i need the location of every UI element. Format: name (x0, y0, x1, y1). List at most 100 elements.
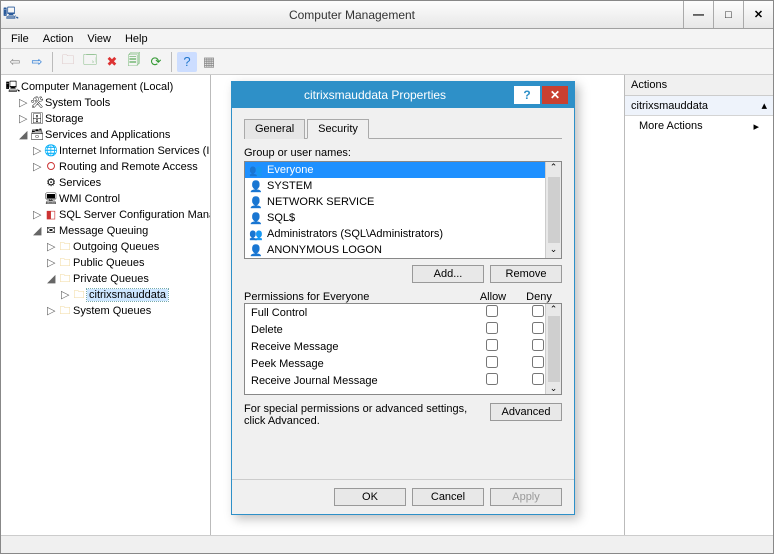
rras-icon: ⭘ (43, 159, 59, 175)
expand-icon[interactable]: ▷ (47, 255, 57, 271)
permission-row: Receive Journal Message (245, 372, 561, 389)
storage-icon: 🗄 (29, 111, 45, 127)
tree-system-queues[interactable]: System Queues (73, 305, 151, 317)
tree-services[interactable]: Services (59, 177, 101, 189)
computer-icon: 🖳 (5, 79, 21, 95)
allow-checkbox[interactable] (486, 322, 498, 334)
dialog-title: citrixsmauddata Properties (238, 88, 512, 102)
up-button[interactable]: 🗀 (58, 52, 78, 72)
allow-checkbox[interactable] (486, 356, 498, 368)
gear-icon: ⚙ (43, 175, 59, 191)
toolbar: ⇦ ⇨ 🗀 🗔 ✖ 🗐 ⟳ ? ▦ (1, 49, 773, 75)
delete-button[interactable]: ✖ (102, 52, 122, 72)
collapse-icon[interactable]: ◢ (33, 223, 43, 239)
expand-icon[interactable]: ▷ (47, 239, 57, 255)
expand-icon[interactable]: ▷ (33, 207, 43, 223)
tree-pane[interactable]: 🖳Computer Management (Local) ▷🛠System To… (1, 75, 211, 535)
tree-selected-queue[interactable]: citrixsmauddata (87, 289, 168, 301)
iis-icon: 🌐 (43, 143, 59, 159)
minimize-button[interactable]: — (683, 1, 713, 28)
chevron-right-icon: ▸ (753, 120, 759, 133)
list-item: 👤NETWORK SERVICE (245, 194, 561, 210)
actions-header: Actions (625, 75, 773, 96)
forward-button[interactable]: ⇨ (27, 52, 47, 72)
list-item: 👥Everyone (245, 162, 561, 178)
deny-checkbox[interactable] (532, 339, 544, 351)
tab-security[interactable]: Security (307, 119, 369, 139)
allow-checkbox[interactable] (486, 339, 498, 351)
tree-public[interactable]: Public Queues (73, 257, 145, 269)
collapse-icon[interactable]: ▴ (761, 99, 767, 112)
permissions-for-label: Permissions for Everyone (244, 291, 470, 303)
scroll-thumb[interactable] (548, 316, 560, 382)
tree-iis[interactable]: Internet Information Services (IIS) Mana… (59, 145, 211, 157)
close-window-button[interactable]: ✕ (743, 1, 773, 28)
tree-rras[interactable]: Routing and Remote Access (59, 161, 198, 173)
menu-view[interactable]: View (81, 31, 117, 47)
advanced-button[interactable]: Advanced (490, 403, 562, 421)
remove-button[interactable]: Remove (490, 265, 562, 283)
show-hide-button[interactable]: ▦ (199, 52, 219, 72)
tree-private[interactable]: Private Queues (73, 273, 149, 285)
tree-sql[interactable]: SQL Server Configuration Manager (59, 209, 211, 221)
permissions-list[interactable]: Full Control Delete Receive Message Peek… (244, 303, 562, 395)
dialog-titlebar[interactable]: citrixsmauddata Properties ? ✕ (232, 82, 574, 108)
actions-context[interactable]: citrixsmauddata ▴ (625, 96, 773, 116)
deny-checkbox[interactable] (532, 305, 544, 317)
deny-checkbox[interactable] (532, 322, 544, 334)
tree-outgoing[interactable]: Outgoing Queues (73, 241, 159, 253)
allow-checkbox[interactable] (486, 305, 498, 317)
add-button[interactable]: Add... (412, 265, 484, 283)
tree-storage[interactable]: Storage (45, 113, 84, 125)
tree-services-apps[interactable]: Services and Applications (45, 129, 170, 141)
tree-wmi[interactable]: WMI Control (59, 193, 120, 205)
more-actions-link[interactable]: More Actions ▸ (625, 116, 773, 137)
dialog-close-button[interactable]: ✕ (542, 86, 568, 104)
scroll-down-icon[interactable]: ⌄ (550, 383, 558, 394)
export-button[interactable]: 🗐 (124, 52, 144, 72)
scrollbar[interactable]: ⌃⌄ (545, 304, 561, 394)
collapse-icon[interactable]: ◢ (47, 271, 57, 287)
user-icon: 👤 (249, 196, 263, 209)
allow-checkbox[interactable] (486, 373, 498, 385)
help-button[interactable]: ? (177, 52, 197, 72)
services-apps-icon: 🗃 (29, 127, 45, 143)
tree-root[interactable]: Computer Management (Local) (21, 81, 173, 93)
menu-help[interactable]: Help (119, 31, 154, 47)
maximize-button[interactable]: □ (713, 1, 743, 28)
principals-list[interactable]: 👥Everyone 👤SYSTEM 👤NETWORK SERVICE 👤SQL$… (244, 161, 562, 259)
expand-icon[interactable]: ▷ (33, 143, 43, 159)
permission-row: Full Control (245, 304, 561, 321)
apply-button[interactable]: Apply (490, 488, 562, 506)
folder-icon: 🗀 (57, 271, 73, 287)
expand-icon[interactable]: ▷ (19, 111, 29, 127)
properties-dialog: citrixsmauddata Properties ? ✕ General S… (231, 81, 575, 515)
menu-action[interactable]: Action (37, 31, 80, 47)
wmi-icon: 🖥 (43, 191, 59, 207)
expand-icon[interactable]: ▷ (47, 303, 57, 319)
scroll-down-icon[interactable]: ⌄ (550, 244, 558, 258)
expand-icon[interactable]: ▷ (33, 159, 43, 175)
folder-icon: 🗀 (57, 255, 73, 271)
menu-file[interactable]: File (5, 31, 35, 47)
scroll-thumb[interactable] (548, 177, 560, 243)
scroll-up-icon[interactable]: ⌃ (550, 162, 558, 176)
tree-system-tools[interactable]: System Tools (45, 97, 110, 109)
tree-msmq[interactable]: Message Queuing (59, 225, 148, 237)
expand-icon[interactable]: ▷ (19, 95, 29, 111)
deny-checkbox[interactable] (532, 356, 544, 368)
dialog-help-button[interactable]: ? (514, 86, 540, 104)
scroll-up-icon[interactable]: ⌃ (550, 304, 558, 315)
refresh-button[interactable]: ⟳ (146, 52, 166, 72)
result-pane: citrixsmauddata Properties ? ✕ General S… (211, 75, 625, 535)
toolbar-separator (171, 52, 172, 72)
deny-checkbox[interactable] (532, 373, 544, 385)
expand-icon[interactable]: ▷ (61, 287, 71, 303)
collapse-icon[interactable]: ◢ (19, 127, 29, 143)
scrollbar[interactable]: ⌃⌄ (545, 162, 561, 258)
ok-button[interactable]: OK (334, 488, 406, 506)
back-button[interactable]: ⇦ (5, 52, 25, 72)
properties-button[interactable]: 🗔 (80, 52, 100, 72)
tab-general[interactable]: General (244, 119, 305, 139)
cancel-button[interactable]: Cancel (412, 488, 484, 506)
